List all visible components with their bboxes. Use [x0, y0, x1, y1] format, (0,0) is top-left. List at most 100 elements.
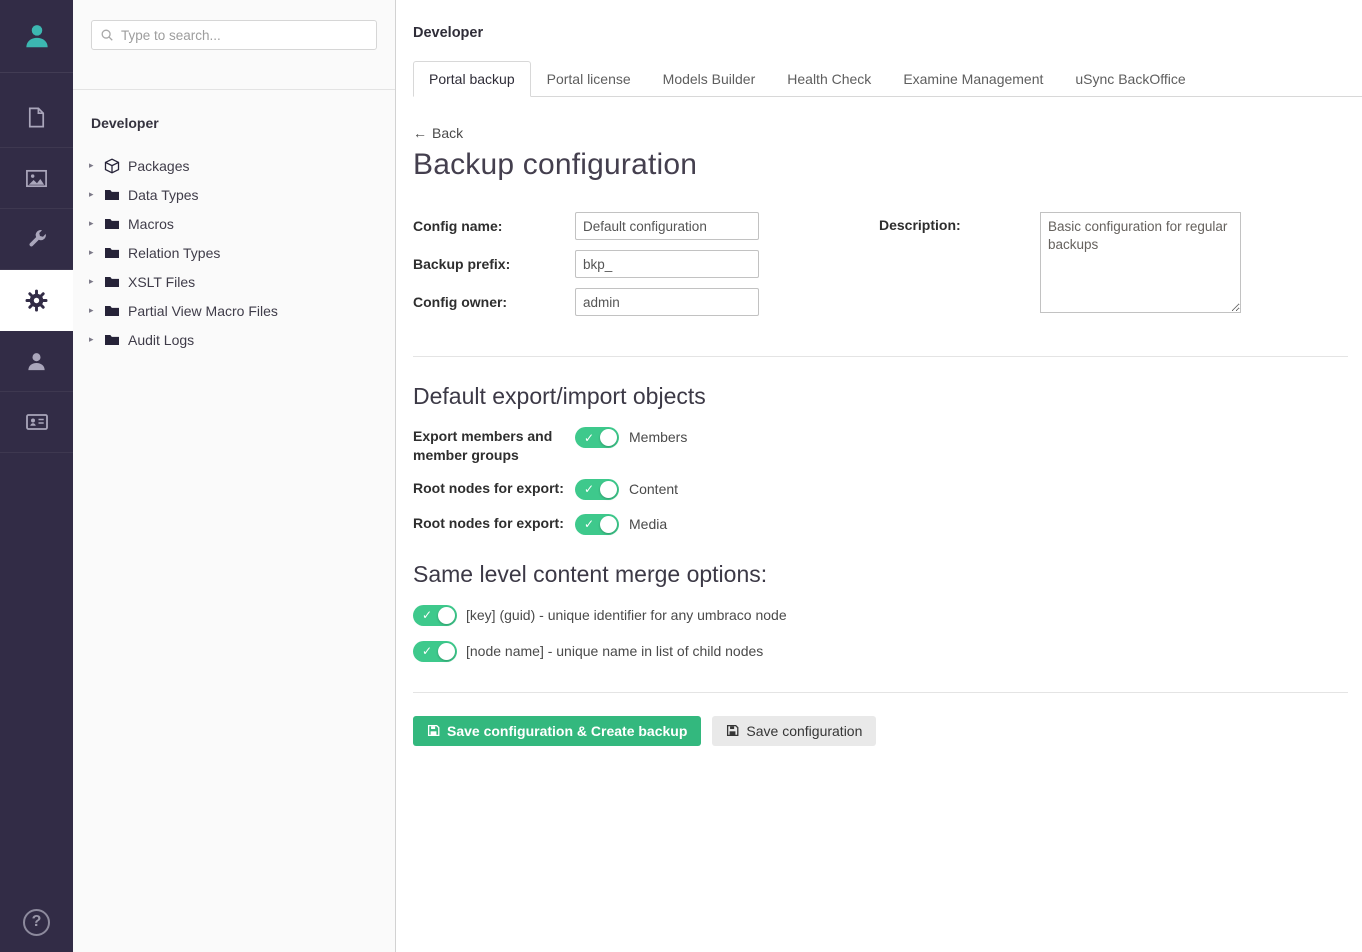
person-icon: [25, 350, 48, 373]
caret-icon[interactable]: ▸: [89, 276, 104, 287]
tab-examine-management[interactable]: Examine Management: [887, 61, 1059, 97]
tab-portal-backup[interactable]: Portal backup: [413, 61, 531, 97]
toggle-members[interactable]: ✓: [575, 427, 619, 448]
tab-health-check[interactable]: Health Check: [771, 61, 887, 97]
section-users[interactable]: [0, 331, 73, 392]
export-members-row: Export members and member groups ✓ Membe…: [413, 427, 1348, 465]
toggle-media[interactable]: ✓: [575, 514, 619, 535]
description-textarea[interactable]: Basic configuration for regular backups: [1040, 212, 1241, 313]
backup-prefix-input[interactable]: [575, 250, 759, 278]
toggle-content-text: Content: [629, 479, 678, 497]
folder-icon: [104, 302, 121, 319]
save-and-create-backup-label: Save configuration & Create backup: [447, 723, 687, 739]
search-box: [91, 20, 377, 50]
id-card-icon: [25, 410, 49, 434]
gear-icon: [24, 288, 49, 313]
tree-list: ▸ Packages ▸ Data Types ▸: [89, 151, 379, 354]
search-input[interactable]: [121, 28, 368, 43]
folder-icon: [104, 331, 121, 348]
tree-item-macros[interactable]: ▸ Macros: [89, 209, 379, 238]
content-area: ← Back Backup configuration Config name:…: [396, 97, 1362, 746]
save-icon: [427, 724, 440, 737]
divider: [413, 692, 1348, 693]
save-configuration-label: Save configuration: [746, 723, 862, 739]
back-arrow-icon: ←: [413, 125, 427, 141]
save-and-create-backup-button[interactable]: Save configuration & Create backup: [413, 716, 701, 746]
merge-key-guid-text: [key] (guid) - unique identifier for any…: [466, 607, 787, 623]
form-right-column: Description: Basic configuration for reg…: [879, 212, 1241, 313]
sidebar-search-area: [73, 0, 395, 90]
merge-section-title: Same level content merge options:: [413, 561, 1348, 588]
check-icon: ✓: [422, 609, 432, 621]
toggle-node-name[interactable]: ✓: [413, 641, 457, 662]
tab-usync-backoffice[interactable]: uSync BackOffice: [1059, 61, 1201, 97]
tree-item-audit-logs[interactable]: ▸ Audit Logs: [89, 325, 379, 354]
caret-icon[interactable]: ▸: [89, 218, 104, 229]
backup-prefix-row: Backup prefix:: [413, 250, 879, 278]
section-developer[interactable]: [0, 270, 73, 331]
section-members[interactable]: [0, 392, 73, 453]
caret-icon[interactable]: ▸: [89, 247, 104, 258]
package-icon: [104, 157, 121, 174]
toggle-key-guid[interactable]: ✓: [413, 605, 457, 626]
export-members-label: Export members and member groups: [413, 427, 575, 465]
caret-icon[interactable]: ▸: [89, 160, 104, 171]
save-configuration-button[interactable]: Save configuration: [712, 716, 876, 746]
tree-item-label: Data Types: [128, 187, 199, 203]
folder-icon: [104, 215, 121, 232]
avatar-person-icon: [22, 21, 52, 51]
help-icon: ?: [23, 909, 50, 936]
tree-item-label: Macros: [128, 216, 174, 232]
app-rail: ?: [0, 0, 73, 952]
section-content[interactable]: [0, 87, 73, 148]
tree-item-data-types[interactable]: ▸ Data Types: [89, 180, 379, 209]
tree-item-label: Partial View Macro Files: [128, 303, 278, 319]
tree-item-xslt-files[interactable]: ▸ XSLT Files: [89, 267, 379, 296]
tab-models-builder[interactable]: Models Builder: [647, 61, 772, 97]
section-settings[interactable]: [0, 209, 73, 270]
divider: [413, 356, 1348, 357]
tree-item-partial-view-macro-files[interactable]: ▸ Partial View Macro Files: [89, 296, 379, 325]
export-media-row: Root nodes for export: ✓ Media: [413, 514, 1348, 535]
config-name-input[interactable]: [575, 212, 759, 240]
check-icon: ✓: [584, 432, 594, 444]
tree-item-label: Audit Logs: [128, 332, 194, 348]
section-media[interactable]: [0, 148, 73, 209]
tree-item-relation-types[interactable]: ▸ Relation Types: [89, 238, 379, 267]
config-owner-input[interactable]: [575, 288, 759, 316]
config-owner-row: Config owner:: [413, 288, 879, 316]
toggle-members-text: Members: [629, 427, 687, 445]
tree-item-packages[interactable]: ▸ Packages: [89, 151, 379, 180]
toggle-content[interactable]: ✓: [575, 479, 619, 500]
page-title: Backup configuration: [413, 148, 1348, 182]
merge-node-name-row: ✓ [node name] - unique name in list of c…: [413, 641, 1348, 662]
sidebar-section-title: Developer: [91, 115, 379, 131]
description-label: Description:: [879, 212, 1040, 233]
toggle-knob: [600, 481, 617, 498]
tree-item-label: Relation Types: [128, 245, 220, 261]
back-link[interactable]: ← Back: [413, 125, 463, 141]
save-icon: [726, 724, 739, 737]
caret-icon[interactable]: ▸: [89, 305, 104, 316]
export-content-row: Root nodes for export: ✓ Content: [413, 479, 1348, 500]
config-form: Config name: Backup prefix: Config owner…: [413, 212, 1348, 326]
user-avatar[interactable]: [0, 0, 73, 73]
config-name-row: Config name:: [413, 212, 879, 240]
tree-item-label: XSLT Files: [128, 274, 195, 290]
button-row: Save configuration & Create backup Save …: [413, 716, 1348, 746]
caret-icon[interactable]: ▸: [89, 334, 104, 345]
caret-icon[interactable]: ▸: [89, 189, 104, 200]
check-icon: ✓: [584, 518, 594, 530]
check-icon: ✓: [422, 645, 432, 657]
document-icon: [25, 106, 48, 129]
toggle-media-text: Media: [629, 514, 667, 532]
toggle-knob: [600, 429, 617, 446]
folder-icon: [104, 244, 121, 261]
tab-portal-license[interactable]: Portal license: [531, 61, 647, 97]
folder-icon: [104, 186, 121, 203]
config-owner-label: Config owner:: [413, 294, 575, 310]
root-nodes-media-label: Root nodes for export:: [413, 514, 575, 533]
help-button[interactable]: ?: [0, 892, 73, 952]
toggle-knob: [600, 516, 617, 533]
wrench-icon: [25, 228, 48, 251]
